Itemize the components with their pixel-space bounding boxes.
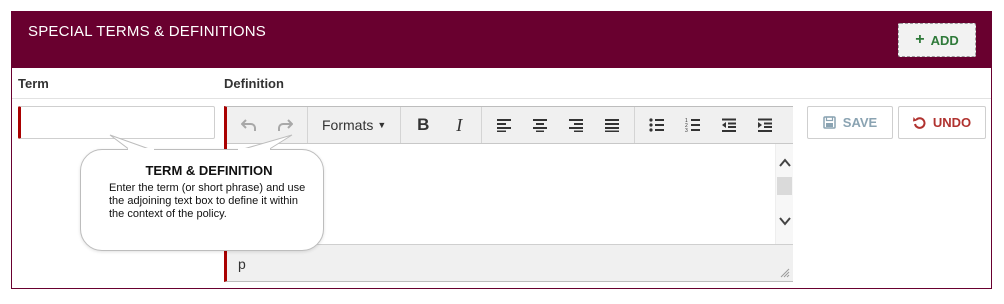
resize-handle-icon[interactable]	[780, 268, 790, 278]
undo-button-label: UNDO	[932, 115, 972, 130]
element-path: p	[238, 256, 246, 272]
tooltip-tail	[109, 134, 293, 152]
undo-button[interactable]: UNDO	[898, 106, 986, 139]
formats-dropdown[interactable]: Formats ▼	[312, 117, 396, 133]
save-button-label: SAVE	[842, 115, 878, 130]
special-terms-panel: SPECIAL TERMS & DEFINITIONS + ADD Term D…	[11, 11, 992, 289]
editor-scrollbar[interactable]	[775, 144, 793, 244]
outdent-icon[interactable]	[711, 110, 747, 140]
scroll-up-icon[interactable]	[778, 156, 792, 170]
plus-icon: +	[915, 31, 925, 48]
add-button-label: ADD	[930, 32, 959, 48]
editor-toolbar: Formats ▼ B I 1 2 3	[227, 107, 793, 144]
history-group	[227, 107, 308, 143]
panel-header: SPECIAL TERMS & DEFINITIONS + ADD	[12, 12, 991, 68]
list-group: 123	[635, 107, 787, 143]
caret-down-icon: ▼	[377, 120, 387, 130]
add-button[interactable]: + ADD	[898, 23, 976, 57]
svg-text:3: 3	[685, 128, 688, 132]
save-icon	[823, 116, 836, 129]
term-definition-tooltip: TERM & DEFINITION Enter the term (or sho…	[80, 134, 324, 251]
bullet-list-icon[interactable]	[639, 110, 675, 140]
align-right-icon[interactable]	[558, 110, 594, 140]
scroll-down-icon[interactable]	[778, 214, 792, 228]
undo-rotate-icon	[912, 117, 926, 129]
save-button[interactable]: SAVE	[807, 106, 893, 139]
undo-icon[interactable]	[231, 110, 267, 140]
bold-icon[interactable]: B	[405, 110, 441, 140]
panel-title: SPECIAL TERMS & DEFINITIONS	[28, 23, 266, 40]
style-group: B I	[401, 107, 483, 143]
term-column-label: Term	[18, 76, 49, 91]
term-input[interactable]	[18, 106, 215, 139]
italic-icon[interactable]: I	[441, 110, 477, 140]
align-group	[482, 107, 636, 143]
header-divider	[12, 98, 991, 99]
formats-label: Formats	[322, 117, 374, 133]
redo-icon[interactable]	[267, 110, 303, 140]
definition-column-label: Definition	[224, 76, 284, 91]
align-justify-icon[interactable]	[594, 110, 630, 140]
scrollbar-thumb[interactable]	[777, 177, 792, 195]
numbered-list-icon[interactable]: 123	[675, 110, 711, 140]
align-center-icon[interactable]	[522, 110, 558, 140]
align-left-icon[interactable]	[486, 110, 522, 140]
formats-group: Formats ▼	[308, 107, 402, 143]
indent-icon[interactable]	[747, 110, 783, 140]
